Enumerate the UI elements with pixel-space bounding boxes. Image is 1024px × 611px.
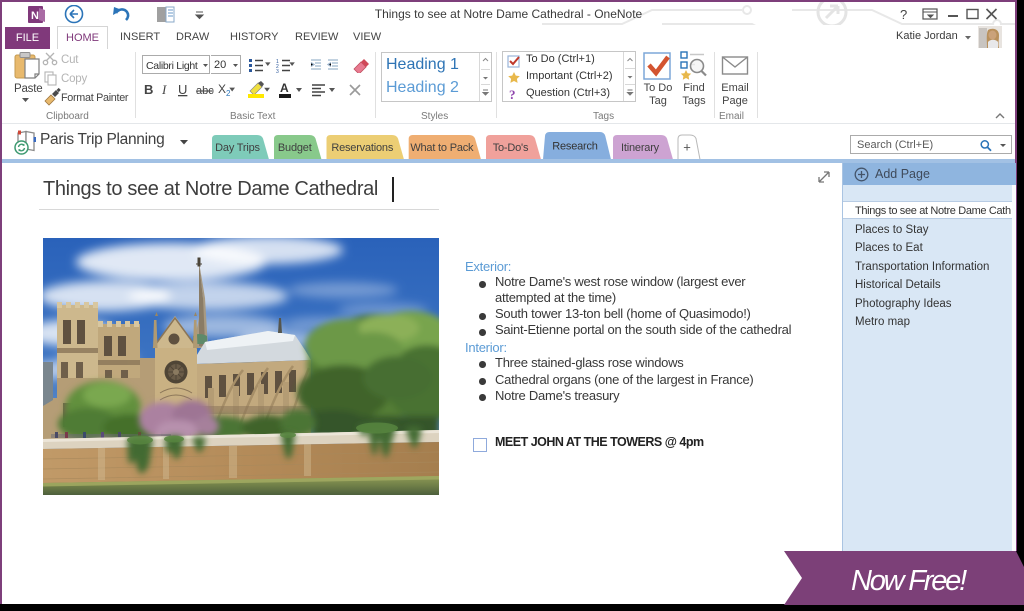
svg-text:To-Do's: To-Do's <box>493 142 529 154</box>
svg-text:Cut: Cut <box>61 54 79 66</box>
svg-text:I: I <box>161 82 167 97</box>
svg-text:?: ? <box>509 87 516 100</box>
svg-text:Now Free!: Now Free! <box>851 565 967 597</box>
svg-text:abc: abc <box>196 85 214 97</box>
svg-text:Research: Research <box>552 141 598 153</box>
svg-text:A: A <box>280 81 289 95</box>
svg-text:Day Trips: Day Trips <box>215 142 260 154</box>
svg-text:Budget: Budget <box>278 142 312 154</box>
svg-text:X: X <box>218 82 226 96</box>
svg-text:U: U <box>178 82 187 97</box>
svg-text:Format Painter: Format Painter <box>61 92 129 104</box>
svg-text:Reservations: Reservations <box>331 142 393 154</box>
svg-text:What to Pack: What to Pack <box>410 142 474 154</box>
svg-text:B: B <box>144 82 153 97</box>
svg-text:Itinerary: Itinerary <box>621 142 660 154</box>
svg-text:N: N <box>31 10 39 22</box>
svg-text:+: + <box>683 140 690 155</box>
svg-text:3: 3 <box>276 69 279 73</box>
svg-text:?: ? <box>900 7 907 22</box>
svg-text:Paste: Paste <box>14 83 42 95</box>
svg-text:Copy: Copy <box>61 73 87 85</box>
svg-text:2: 2 <box>226 89 231 98</box>
